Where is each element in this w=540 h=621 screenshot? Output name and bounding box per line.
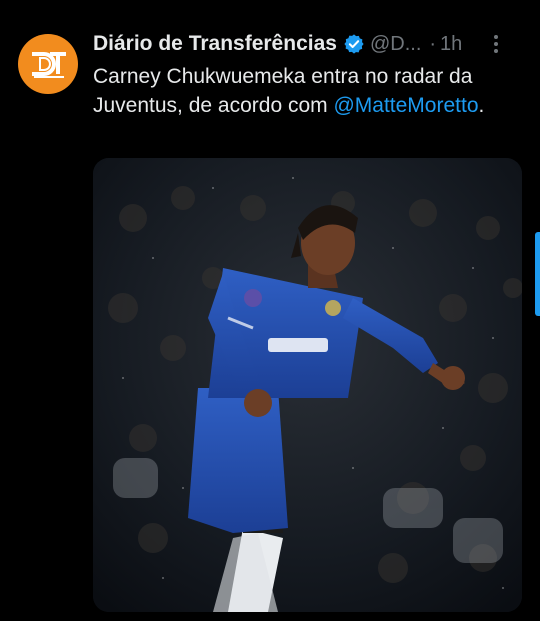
more-options-icon[interactable] (484, 32, 508, 56)
verified-badge-icon (343, 33, 365, 55)
football-player-photo (93, 158, 522, 612)
tweet-card[interactable]: Diário de Transferências @D... · 1h Carn… (0, 0, 540, 621)
scroll-indicator[interactable] (535, 232, 540, 316)
tweet-media-image[interactable] (93, 158, 522, 612)
tweet-text: Carney Chukwuemeka entra no radar da Juv… (93, 62, 523, 120)
account-name[interactable]: Diário de Transferências (93, 32, 337, 56)
tweet-text-end: . (478, 94, 485, 117)
dt-logo-icon (32, 52, 66, 78)
account-handle[interactable]: @D... (370, 33, 421, 56)
avatar[interactable] (18, 34, 78, 94)
timestamp[interactable]: 1h (440, 33, 462, 56)
tweet-header: Diário de Transferências @D... · 1h (93, 28, 526, 60)
separator-dot: · (429, 32, 437, 55)
mention-link[interactable]: @MatteMoretto (333, 94, 478, 117)
